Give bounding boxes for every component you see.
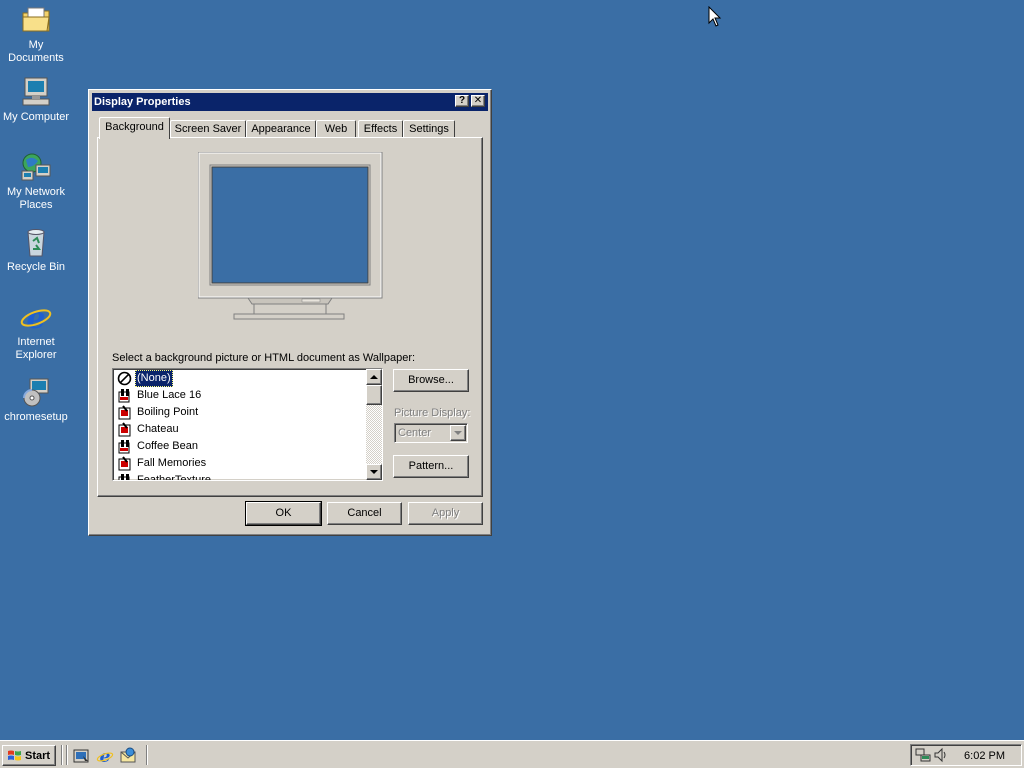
internet-explorer-quicklaunch-icon[interactable]: e bbox=[96, 747, 114, 765]
picture-display-select[interactable]: Center bbox=[394, 423, 468, 443]
arrow-down-icon bbox=[370, 470, 378, 474]
scroll-down-button[interactable] bbox=[366, 464, 382, 480]
image-file-icon bbox=[118, 422, 131, 437]
chromesetup-icon bbox=[23, 378, 49, 407]
show-desktop-icon[interactable] bbox=[73, 747, 91, 765]
tab-settings[interactable]: Settings bbox=[403, 120, 455, 138]
tab-appearance[interactable]: Appearance bbox=[246, 120, 316, 138]
mouse-cursor-icon bbox=[708, 6, 722, 27]
tab-label: Web bbox=[324, 123, 348, 135]
clock[interactable]: 6:02 PM bbox=[964, 750, 1005, 762]
arrow-up-icon bbox=[370, 375, 378, 379]
title-bar[interactable]: Display Properties ? ✕ bbox=[92, 93, 488, 111]
list-item-label: (None) bbox=[135, 370, 173, 387]
desktop-icon-chromesetup[interactable]: chromesetup bbox=[0, 376, 72, 424]
taskbar: Start e 6:02 PM bbox=[0, 740, 1024, 768]
paint-icon bbox=[118, 389, 130, 403]
desktop-icon-network-places[interactable]: My Network Places bbox=[0, 151, 72, 212]
button-label: Apply bbox=[431, 507, 460, 519]
tab-label: Screen Saver bbox=[174, 123, 242, 135]
tab-web[interactable]: Web bbox=[316, 120, 356, 138]
start-button[interactable]: Start bbox=[2, 745, 56, 766]
desktop-icon-label: chromesetup bbox=[4, 411, 68, 423]
wallpaper-label: Select a background picture or HTML docu… bbox=[112, 352, 416, 364]
taskbar-separator bbox=[146, 745, 148, 765]
help-button[interactable]: ? bbox=[455, 95, 469, 107]
desktop-icon-label: My Computer bbox=[2, 111, 70, 123]
button-label: Pattern... bbox=[408, 460, 454, 472]
list-item-label: Fall Memories bbox=[137, 457, 207, 469]
my-documents-icon bbox=[22, 7, 50, 32]
help-icon: ? bbox=[458, 95, 466, 106]
tab-label: Settings bbox=[409, 123, 449, 135]
button-label: OK bbox=[275, 507, 292, 519]
paint-icon bbox=[118, 474, 130, 480]
button-label: Browse... bbox=[408, 374, 454, 386]
taskbar-separator bbox=[66, 745, 68, 765]
tab-effects[interactable]: Effects bbox=[358, 120, 403, 138]
tab-screen-saver[interactable]: Screen Saver bbox=[170, 120, 246, 138]
dropdown-button[interactable] bbox=[450, 425, 466, 441]
internet-explorer-icon: e bbox=[20, 301, 52, 333]
pattern-button[interactable]: Pattern... bbox=[393, 455, 469, 478]
outlook-express-icon[interactable] bbox=[119, 747, 137, 765]
desktop-icon-label: Internet Explorer bbox=[15, 336, 57, 361]
scroll-thumb[interactable] bbox=[366, 385, 382, 405]
picture-display-value: Center bbox=[398, 427, 432, 439]
paint-icon bbox=[118, 440, 130, 454]
window-title: Display Properties bbox=[94, 96, 191, 108]
chevron-down-icon bbox=[454, 431, 462, 435]
list-item-label: Blue Lace 16 bbox=[137, 389, 202, 401]
list-item-label: Coffee Bean bbox=[137, 440, 198, 452]
desktop-icon-my-documents[interactable]: My Documents bbox=[0, 4, 72, 65]
my-computer-icon bbox=[22, 77, 50, 106]
taskbar-separator bbox=[61, 745, 63, 765]
none-icon bbox=[117, 371, 132, 386]
desktop-icon-internet-explorer[interactable]: e Internet Explorer bbox=[0, 301, 72, 362]
close-icon: ✕ bbox=[473, 95, 483, 106]
system-tray: 6:02 PM bbox=[910, 744, 1022, 766]
apply-button[interactable]: Apply bbox=[408, 502, 483, 525]
picture-display-label: Picture Display: bbox=[394, 407, 471, 419]
desktop-icon-label: My Network Places bbox=[6, 186, 66, 211]
svg-text:e: e bbox=[26, 301, 45, 333]
windows-logo-icon bbox=[8, 750, 21, 761]
close-button[interactable]: ✕ bbox=[471, 95, 485, 107]
desktop-icon-recycle-bin[interactable]: Recycle Bin bbox=[0, 226, 72, 274]
list-item-label: FeatherTexture bbox=[137, 474, 211, 481]
desktop-icon-label: Recycle Bin bbox=[6, 261, 66, 273]
image-file-icon bbox=[118, 405, 131, 420]
list-scrollbar[interactable] bbox=[366, 369, 382, 480]
tab-label: Background bbox=[105, 121, 164, 133]
browse-button[interactable]: Browse... bbox=[393, 369, 469, 392]
tab-label: Effects bbox=[363, 123, 398, 135]
tab-background[interactable]: Background bbox=[99, 117, 170, 139]
cancel-button[interactable]: Cancel bbox=[327, 502, 402, 525]
scroll-up-button[interactable] bbox=[366, 369, 382, 385]
recycle-bin-icon bbox=[27, 229, 45, 257]
desktop-icon-my-computer[interactable]: My Computer bbox=[0, 76, 72, 124]
volume-icon[interactable] bbox=[933, 747, 949, 763]
preview-monitor-icon bbox=[198, 152, 383, 320]
network-places-icon bbox=[21, 153, 51, 181]
desktop-icon-label: My Documents bbox=[8, 39, 64, 64]
network-tray-icon[interactable] bbox=[915, 747, 931, 763]
image-file-icon bbox=[118, 456, 131, 471]
ok-button[interactable]: OK bbox=[245, 501, 322, 526]
start-label: Start bbox=[25, 750, 51, 762]
button-label: Cancel bbox=[347, 507, 382, 519]
tab-label: Appearance bbox=[251, 123, 311, 135]
list-item-label: Chateau bbox=[137, 423, 179, 435]
list-item-label: Boiling Point bbox=[137, 406, 199, 418]
wallpaper-listbox[interactable]: (None) Blue Lace 16 Boiling Point Chatea… bbox=[112, 368, 383, 481]
